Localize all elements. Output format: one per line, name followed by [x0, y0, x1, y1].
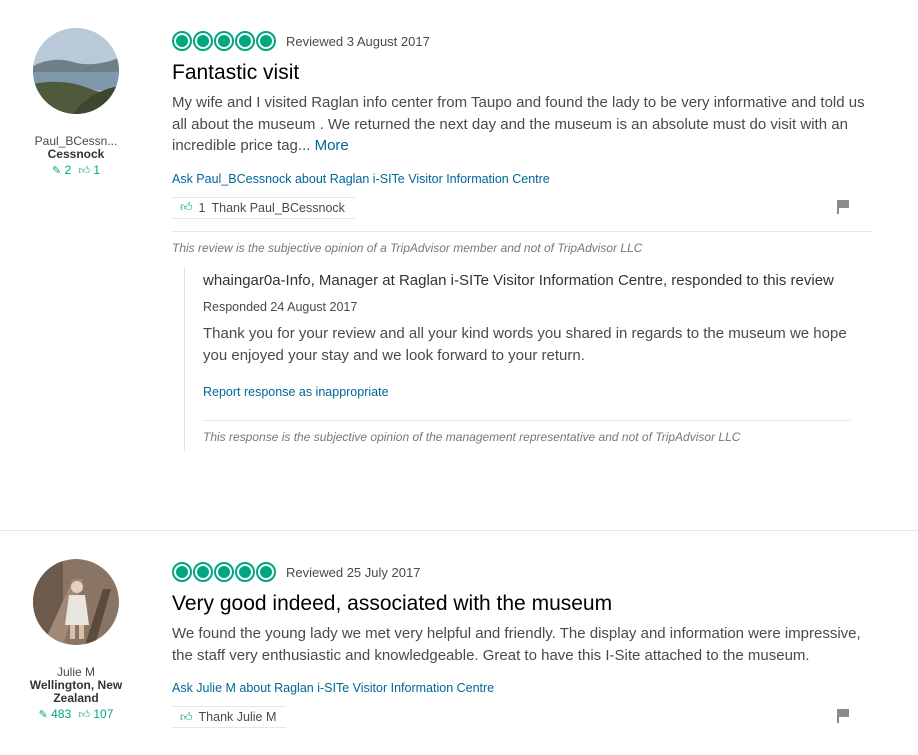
avatar[interactable]	[33, 28, 119, 114]
rating-row: Reviewed 3 August 2017	[172, 30, 872, 52]
thank-row: 👍︎ 1 Thank Paul_BCessnock	[172, 196, 872, 221]
rating-bubbles	[172, 562, 276, 582]
rating-bubble-icon	[172, 31, 192, 51]
thank-button[interactable]: 👍︎ 1 Thank Paul_BCessnock	[172, 196, 355, 219]
flag-icon[interactable]	[836, 708, 850, 724]
rating-bubble-icon	[193, 31, 213, 51]
flag-icon[interactable]	[836, 199, 850, 215]
rating-bubble-icon	[214, 562, 234, 582]
thank-button[interactable]: 👍︎ Thank Julie M	[172, 706, 287, 728]
review-content: Reviewed 25 July 2017 Very good indeed, …	[172, 561, 872, 730]
review-content: Reviewed 3 August 2017 Fantastic visit M…	[172, 30, 872, 451]
pencil-review-icon: ✎	[38, 709, 48, 721]
thank-label: Thank Paul_BCessnock	[211, 200, 345, 215]
response-date: Responded 24 August 2017	[203, 300, 358, 314]
member-info: Paul_BCessn... Cessnock ✎ 2 👍︎ 1	[16, 28, 136, 178]
rating-bubble-icon	[235, 31, 255, 51]
member-name[interactable]: Julie M	[16, 665, 136, 679]
review-count-badge[interactable]: ✎ 2	[52, 163, 71, 178]
avatar-person-image	[33, 559, 119, 645]
review-date: Reviewed 3 August 2017	[286, 33, 430, 49]
review-title[interactable]: Very good indeed, associated with the mu…	[172, 591, 872, 617]
helpful-count-badge[interactable]: 👍︎ 1	[79, 163, 101, 178]
more-link[interactable]: More	[315, 137, 349, 154]
thank-count: 1	[198, 200, 206, 215]
rating-bubble-icon	[256, 31, 276, 51]
helpful-count-badge[interactable]: 👍︎ 107	[79, 707, 114, 722]
review-count: 2	[64, 163, 72, 177]
review-card: Julie M Wellington, New Zealand ✎ 483 👍︎…	[0, 530, 918, 755]
helpful-count: 107	[93, 707, 114, 721]
rating-bubble-icon	[256, 562, 276, 582]
rating-bubbles	[172, 31, 276, 51]
response-header: whaingar0a-Info, Manager at Raglan i-SIT…	[203, 271, 834, 289]
pencil-review-icon: ✎	[51, 165, 62, 177]
review-disclaimer: This review is the subjective opinion of…	[172, 240, 643, 255]
review-title[interactable]: Fantastic visit	[172, 60, 872, 86]
thumbs-up-icon: 👍︎	[78, 165, 91, 177]
review-date: Reviewed 25 July 2017	[286, 564, 421, 580]
rating-row: Reviewed 25 July 2017	[172, 561, 872, 583]
member-stats: ✎ 483 👍︎ 107	[16, 707, 136, 722]
member-info: Julie M Wellington, New Zealand ✎ 483 👍︎…	[16, 559, 136, 722]
thank-label: Thank Julie M	[198, 710, 277, 724]
review-count: 483	[51, 707, 72, 721]
review-count-badge[interactable]: ✎ 483	[39, 707, 72, 722]
response-disclaimer: This response is the subjective opinion …	[203, 430, 741, 444]
divider	[203, 420, 851, 421]
ask-member-link[interactable]: Ask Julie M about Raglan i-SITe Visitor …	[172, 680, 872, 696]
helpful-count: 1	[93, 163, 101, 177]
thumbs-up-icon: 👍︎	[78, 709, 91, 721]
ask-member-link[interactable]: Ask Paul_BCessnock about Raglan i-SITe V…	[172, 171, 872, 187]
avatar-lake-image	[33, 28, 119, 114]
thumbs-up-icon: 👍︎	[180, 709, 193, 724]
thank-row: 👍︎ Thank Julie M	[172, 706, 872, 730]
avatar[interactable]	[33, 559, 119, 645]
rating-bubble-icon	[235, 562, 255, 582]
rating-bubble-icon	[214, 31, 234, 51]
member-name[interactable]: Paul_BCessn...	[16, 134, 136, 148]
rating-bubble-icon	[193, 562, 213, 582]
review-text: We found the young lady we met very help…	[172, 623, 872, 666]
response-text: Thank you for your review and all your k…	[203, 325, 847, 364]
report-response-link[interactable]: Report response as inappropriate	[203, 384, 851, 400]
review-text: My wife and I visited Raglan info center…	[172, 92, 872, 157]
member-location: Wellington, New Zealand	[29, 678, 123, 705]
management-response: whaingar0a-Info, Manager at Raglan i-SIT…	[184, 267, 851, 451]
review-card: Paul_BCessn... Cessnock ✎ 2 👍︎ 1 Reviewe…	[0, 0, 918, 520]
rating-bubble-icon	[172, 562, 192, 582]
member-stats: ✎ 2 👍︎ 1	[16, 163, 136, 178]
thumbs-up-icon: 👍︎	[180, 200, 193, 214]
divider	[172, 230, 872, 232]
review-body: We found the young lady we met very help…	[172, 625, 861, 664]
review-body: My wife and I visited Raglan info center…	[172, 94, 865, 154]
member-location: Cessnock	[47, 147, 105, 161]
